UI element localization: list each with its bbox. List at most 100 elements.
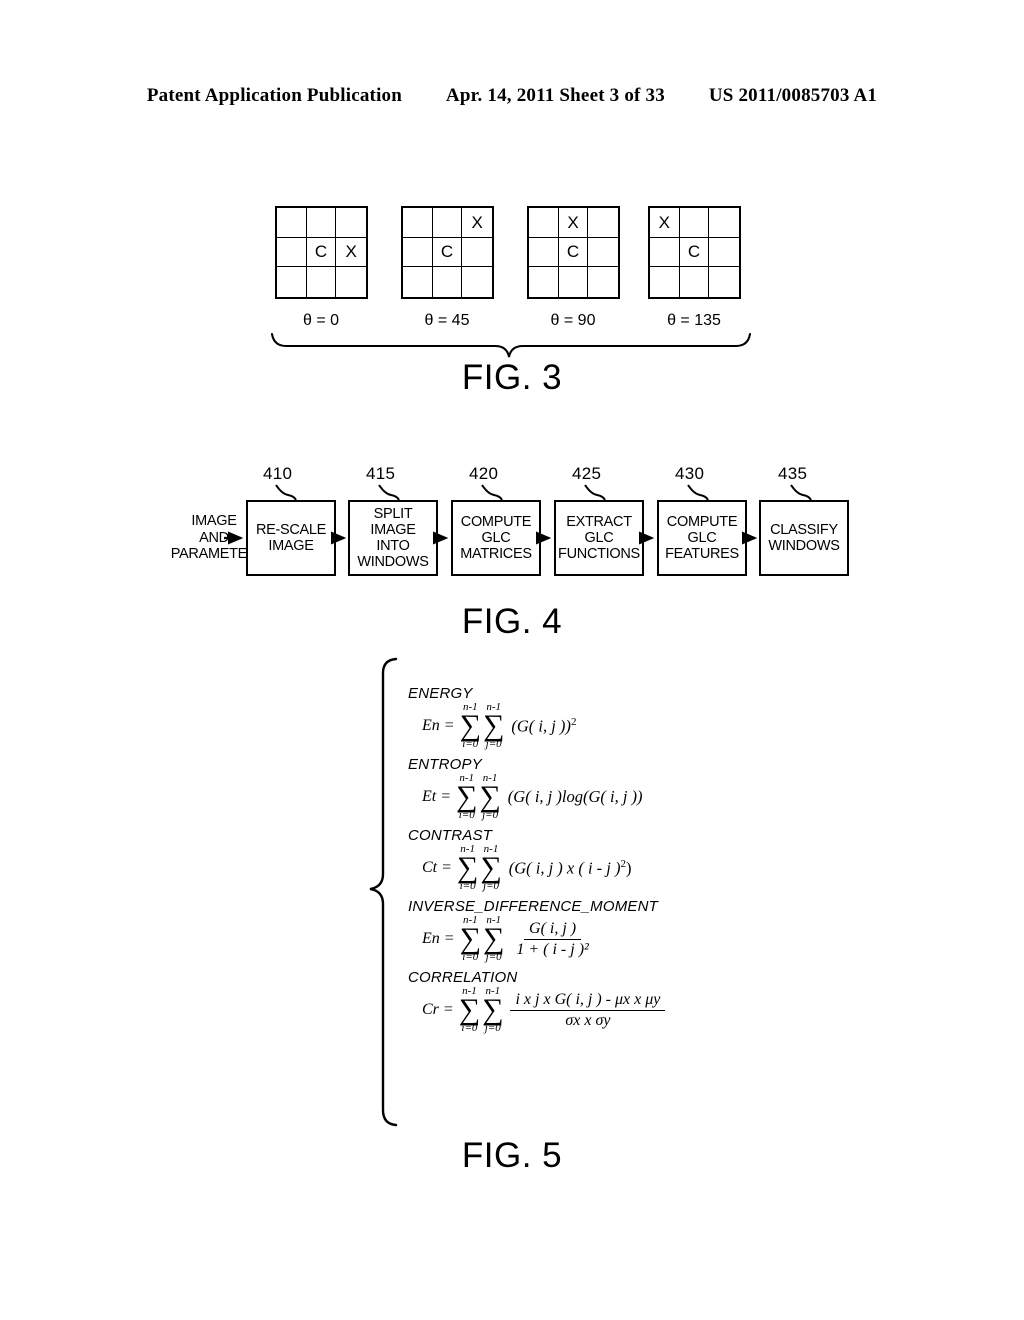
glc-cell (588, 238, 618, 268)
fraction-numerator: G( i, j ) (524, 920, 582, 940)
equation-inverse-difference-moment: INVERSE_DIFFERENCE_MOMENT En = n-1 ∑ i=0… (408, 898, 738, 962)
summation-j: n-1 ∑ j=0 (483, 915, 504, 963)
header-date-sheet: Apr. 14, 2011 Sheet 3 of 33 (445, 85, 665, 106)
ref-number-410: 410 (263, 464, 293, 483)
summation-j: n-1 ∑ j=0 (483, 702, 504, 750)
figure-5-brace (369, 657, 398, 1127)
equation-name: ENTROPY (408, 756, 482, 773)
leader-line-415 (378, 484, 400, 501)
sigma-glyph: ∑ (479, 780, 501, 814)
equation-body-exponent: 2 (570, 715, 577, 728)
equation-body-base: (G( i, j )) (511, 716, 571, 736)
glc-cell (588, 267, 618, 297)
summation-j: n-1 ∑ j=0 (480, 844, 501, 892)
ref-number-420: 420 (469, 464, 499, 483)
header-publication: Patent Application Publication (146, 85, 403, 106)
glc-cell (277, 208, 307, 238)
equation-correlation: CORRELATION Cr = n-1 ∑ i=0 n-1 ∑ j=0 i x… (408, 969, 738, 1033)
figure-4-caption: FIG. 4 (461, 602, 563, 641)
flow-box-label: SPLIT IMAGE INTO WINDOWS (357, 505, 429, 571)
glc-cell (462, 238, 492, 268)
summation-i: n-1 ∑ i=0 (460, 702, 481, 750)
glc-cell (529, 237, 559, 268)
glc-cell-neighbor: X (336, 238, 366, 268)
sum-lower-limit: i=0 (462, 737, 479, 750)
sum-lower-limit: i=0 (462, 950, 479, 963)
summation-j: n-1 ∑ j=0 (482, 986, 503, 1034)
equation-body: (G( i, j ) x ( i - j )2) (508, 857, 632, 878)
glc-cell (432, 208, 463, 238)
equation-contrast: CONTRAST Ct = n-1 ∑ i=0 n-1 ∑ j=0 (G( i,… (408, 827, 738, 891)
flow-box-compute-glc-features[interactable]: COMPUTE GLC FEATURES (657, 500, 747, 576)
glc-cell (529, 267, 559, 297)
flow-box-extract-glc-functions[interactable]: EXTRACT GLC FUNCTIONS (554, 500, 644, 576)
summation-i: n-1 ∑ i=0 (460, 915, 481, 963)
equation-name: INVERSE_DIFFERENCE_MOMENT (408, 898, 659, 915)
glc-cell-neighbor: X (558, 208, 589, 238)
glc-cell-center: C (432, 237, 463, 268)
figure-3-brace (270, 332, 752, 358)
equation-energy: ENERGY En = n-1 ∑ i=0 n-1 ∑ j=0 (G( i, j… (408, 685, 738, 749)
glc-cell (403, 237, 433, 268)
drawing-overlay (224, 332, 812, 1127)
flow-box-split-image-into-windows[interactable]: SPLIT IMAGE INTO WINDOWS (348, 500, 438, 576)
equation-fraction: G( i, j ) 1 + ( i - j )² (511, 920, 593, 959)
sum-lower-limit: i=0 (459, 879, 476, 892)
sum-lower-limit: j=0 (485, 737, 502, 750)
glc-cell-neighbor: X (462, 208, 492, 238)
equation-name: CORRELATION (408, 969, 518, 986)
glc-cell (709, 208, 739, 238)
glc-cell (336, 267, 366, 297)
equation-lhs: Cr = (422, 1001, 454, 1018)
equation-lhs: En = (422, 930, 455, 947)
equation-fraction: i x j x G( i, j ) - μx x μy σx x σy (510, 991, 666, 1030)
glc-cell (559, 267, 589, 297)
glc-cell (336, 208, 366, 238)
equation-lhs: Et = (422, 788, 452, 805)
glc-cell (307, 267, 337, 297)
equation-body: (G( i, j )log(G( i, j )) (507, 787, 643, 806)
equation-body: (G( i, j ))2 (511, 716, 576, 737)
leader-line-425 (584, 484, 606, 501)
glc-cell (277, 237, 307, 268)
flow-box-compute-glc-matrices[interactable]: COMPUTE GLC MATRICES (451, 500, 541, 576)
ref-number-430: 430 (675, 464, 705, 483)
glc-cell (403, 208, 433, 238)
sum-lower-limit: i=0 (458, 808, 475, 821)
figure-3 (0, 0, 1024, 1320)
glc-cell (403, 267, 433, 297)
flow-box-label: COMPUTE GLC MATRICES (460, 513, 532, 563)
page-header: Patent Application Publication Apr. 14, … (0, 85, 1024, 107)
sigma-glyph: ∑ (456, 780, 478, 814)
sum-lower-limit: i=0 (461, 1021, 478, 1034)
summation-i: n-1 ∑ i=0 (459, 986, 480, 1034)
glc-cell (650, 267, 680, 297)
sigma-glyph: ∑ (459, 709, 481, 743)
flow-input-label-text: IMAGE AND PARAMETER (170, 513, 258, 563)
flow-box-rescale-image[interactable]: RE-SCALE IMAGE (246, 500, 336, 576)
flow-box-classify-windows[interactable]: CLASSIFY WINDOWS (759, 500, 849, 576)
summation-i: n-1 ∑ i=0 (457, 844, 478, 892)
equation-name: CONTRAST (408, 827, 493, 844)
sigma-glyph: ∑ (482, 993, 504, 1027)
glc-cell-center: C (679, 237, 710, 268)
glc-cell (650, 237, 680, 268)
flow-box-label: CLASSIFY WINDOWS (768, 521, 840, 554)
figure-5-equations: ENERGY En = n-1 ∑ i=0 n-1 ∑ j=0 (G( i, j… (408, 685, 738, 1040)
sum-lower-limit: j=0 (485, 950, 502, 963)
leader-line-435 (790, 484, 812, 501)
glc-grid-theta-135: X C (648, 206, 741, 299)
ref-number-415: 415 (366, 464, 396, 483)
glc-cell (529, 208, 559, 238)
sum-lower-limit: j=0 (483, 879, 499, 892)
sum-lower-limit: j=0 (482, 808, 499, 821)
ref-number-435: 435 (778, 464, 808, 483)
glc-cell (306, 208, 337, 238)
figure-5-caption: FIG. 5 (461, 1136, 563, 1175)
theta-label-45: θ = 45 (424, 312, 470, 329)
header-patent-number: US 2011/0085703 A1 (708, 85, 878, 106)
sum-lower-limit: j=0 (484, 1021, 501, 1034)
theta-label-90: θ = 90 (550, 312, 596, 329)
glc-grid-theta-45: X C (401, 206, 494, 299)
leader-line-430 (687, 484, 709, 501)
